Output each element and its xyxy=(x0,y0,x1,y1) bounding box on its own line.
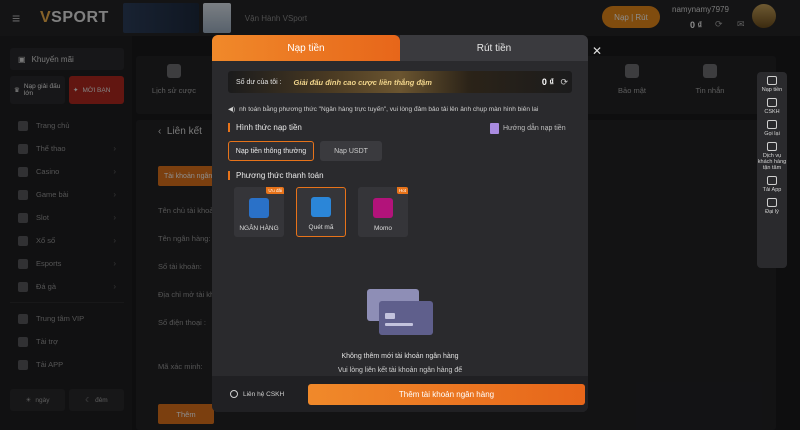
chat-icon xyxy=(767,98,777,107)
momo-icon xyxy=(373,198,393,218)
deposit-modal: Nạp tiền Rút tiền Số dư của tôi : Giải đ… xyxy=(212,35,588,412)
wallet-icon xyxy=(767,76,777,85)
right-item-deposit[interactable]: Nạp tiền xyxy=(757,76,787,93)
payment-momo[interactable]: Hot Momo xyxy=(358,187,408,237)
empty-hint: Vui lòng liên kết tài khoản ngân hàng để xyxy=(337,367,463,374)
banner-promo-text: Giải đấu đỉnh cao cược liền thắng đậm xyxy=(293,77,432,87)
phone-icon xyxy=(230,390,238,398)
balance-value: 0 ₫ xyxy=(541,77,554,87)
agent-icon xyxy=(767,198,777,207)
tab-deposit[interactable]: Nạp tiền xyxy=(212,35,400,61)
right-item-service[interactable]: Dịch vụ khách hàng tận tâm xyxy=(757,142,787,171)
hot-badge: Hot xyxy=(396,187,408,194)
close-icon[interactable]: ✕ xyxy=(592,44,602,58)
deposit-guide-link[interactable]: Hướng dẫn nạp tiền xyxy=(490,123,566,134)
speaker-icon: ◀) xyxy=(228,106,236,113)
qr-scan-icon xyxy=(311,197,331,217)
bank-icon xyxy=(249,198,269,218)
add-bank-account-button[interactable]: Thêm tài khoản ngân hàng xyxy=(308,384,585,405)
payment-qr[interactable]: Quét mã xyxy=(296,187,346,237)
modal-footer: Liên hệ CSKH Thêm tài khoản ngân hàng xyxy=(212,376,588,412)
empty-message: Không thêm mới tài khoản ngân hàng xyxy=(341,353,459,360)
right-item-agent[interactable]: Đại lý xyxy=(757,198,787,215)
headset-icon xyxy=(767,142,777,151)
method-normal[interactable]: Nạp tiền thông thường xyxy=(228,141,314,161)
refresh-icon[interactable]: ⟳ xyxy=(560,77,568,88)
tab-withdraw[interactable]: Rút tiền xyxy=(400,35,588,61)
method-usdt[interactable]: Nạp USDT xyxy=(320,141,382,161)
right-item-callback[interactable]: Gọi lại xyxy=(757,120,787,137)
guide-book-icon xyxy=(490,123,499,134)
right-item-app[interactable]: Tải App xyxy=(757,176,787,193)
contact-support-link[interactable]: Liên hệ CSKH xyxy=(230,390,284,398)
phone-icon xyxy=(767,120,777,129)
empty-cards-icon xyxy=(367,289,433,335)
right-item-support[interactable]: CSKH xyxy=(757,98,787,115)
right-float-bar: Nạp tiền CSKH Gọi lại Dịch vụ khách hàng… xyxy=(757,72,787,268)
qr-icon xyxy=(767,176,777,185)
payment-method-title: Phương thức thanh toán xyxy=(228,171,324,180)
payment-bank[interactable]: Ưu đãi NGÂN HÀNG xyxy=(234,187,284,237)
app-page: ≡ VSPORT Vận Hành VSport Nạp | Rút namyn… xyxy=(0,0,800,430)
balance-label: Số dư của tôi : xyxy=(236,78,282,86)
deposit-method-title: Hình thức nạp tiền xyxy=(228,123,302,132)
modal-tabs: Nạp tiền Rút tiền xyxy=(212,35,588,61)
balance-banner: Số dư của tôi : Giải đấu đỉnh cao cược l… xyxy=(228,71,572,93)
promo-badge: Ưu đãi xyxy=(266,187,284,194)
notice-marquee: ◀) nh toán bằng phương thức "Ngân hàng t… xyxy=(228,105,539,114)
